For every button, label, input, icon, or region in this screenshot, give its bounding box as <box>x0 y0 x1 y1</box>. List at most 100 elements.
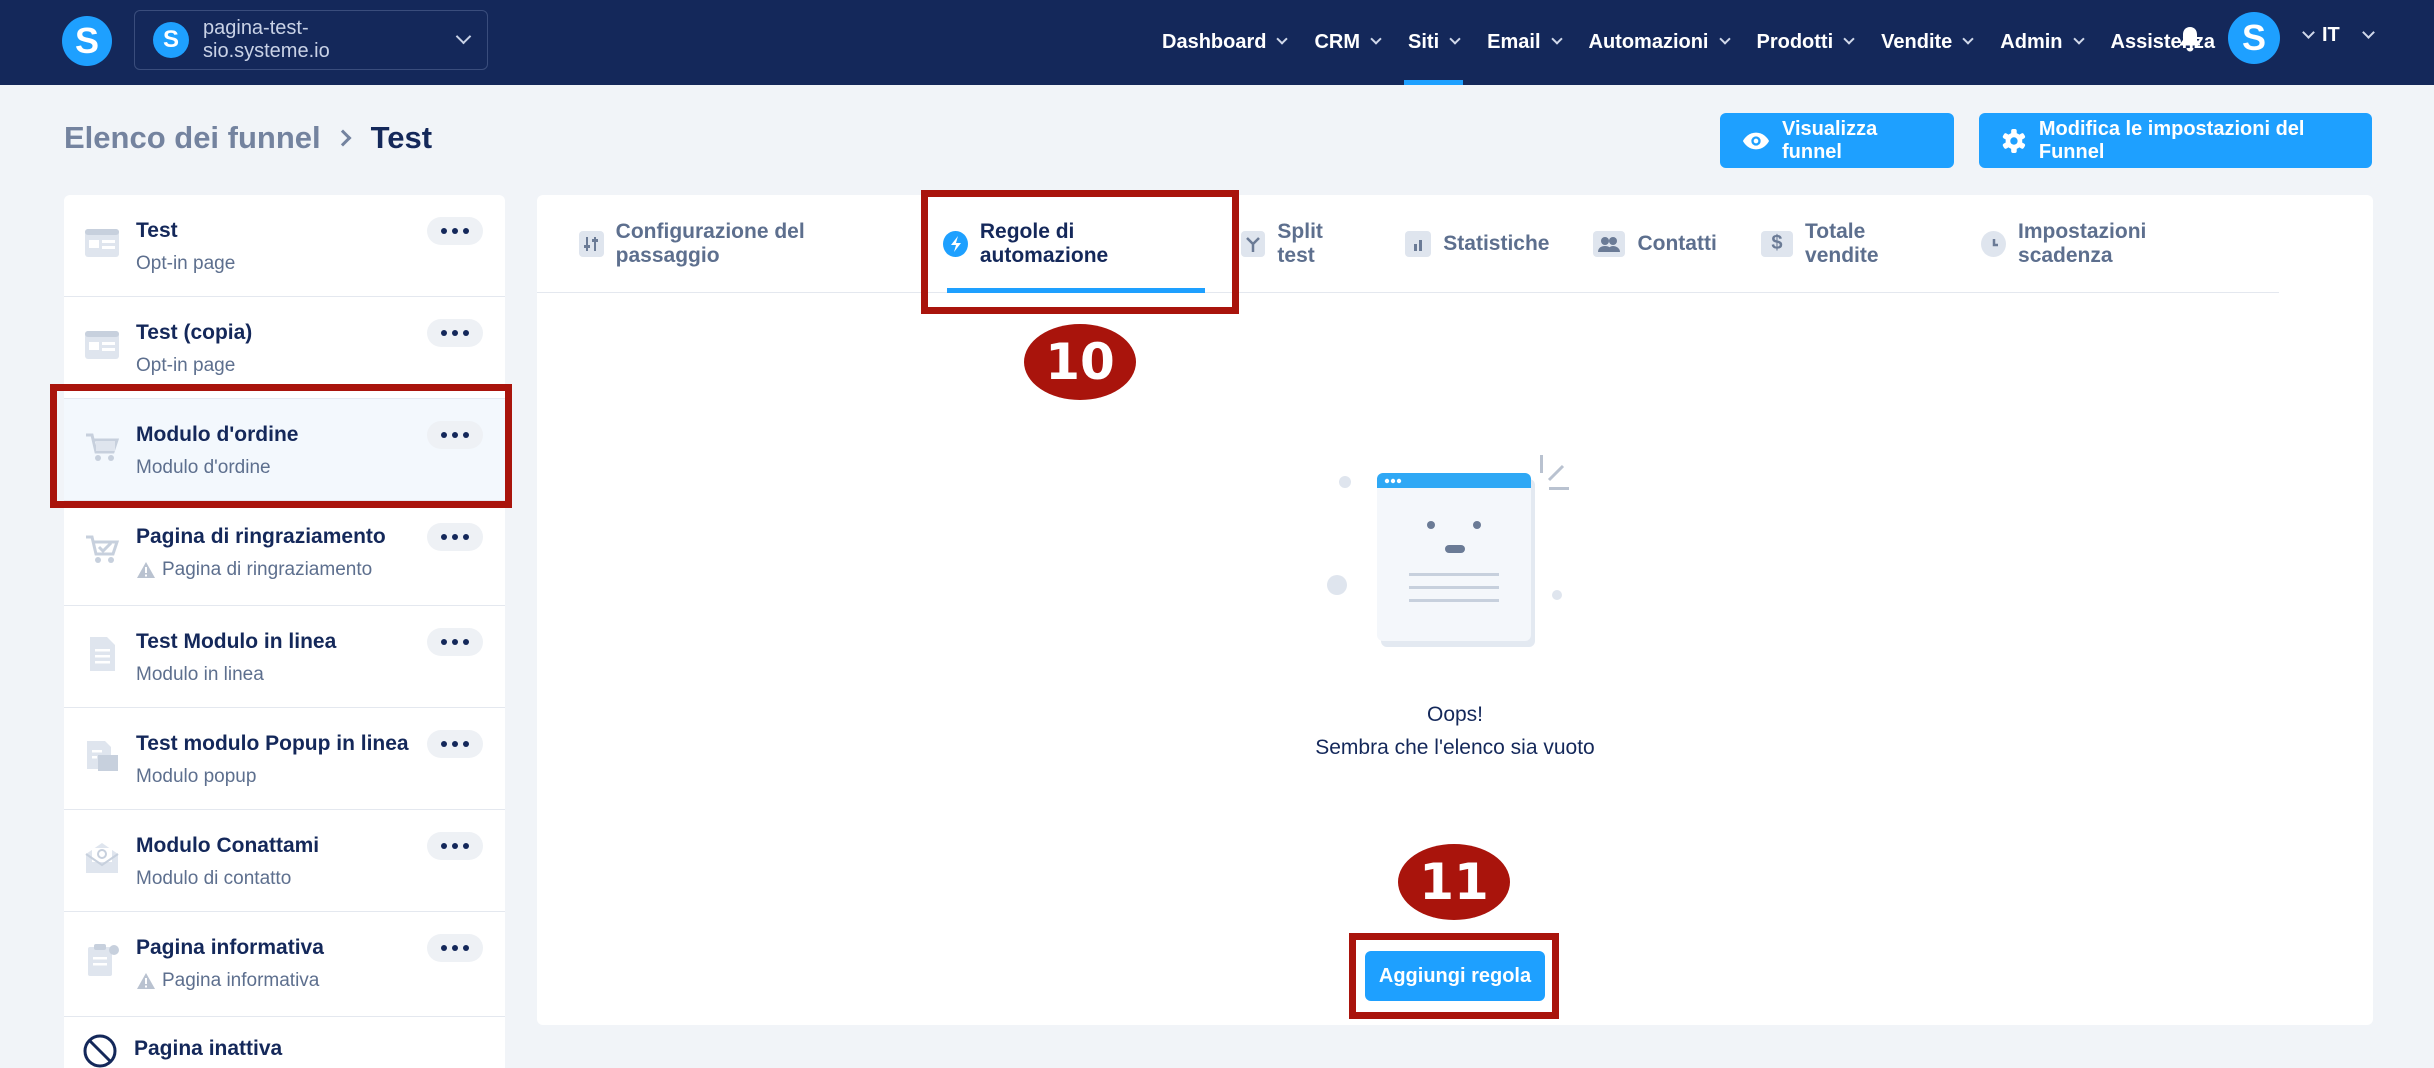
document-icon <box>90 637 115 671</box>
dot-icon <box>463 228 469 234</box>
funnel-step[interactable]: Pagina di ringraziamento Pagina di ringr… <box>64 501 505 606</box>
bell-icon[interactable] <box>2178 25 2202 53</box>
dot-icon <box>452 741 458 747</box>
funnel-step-type: Modulo popup <box>136 766 257 787</box>
clock-icon <box>1981 230 2007 257</box>
tab-contatti[interactable]: Contatti <box>1593 195 1717 293</box>
dot-icon <box>441 945 447 951</box>
chevron-down-icon <box>455 28 472 44</box>
more-options-button[interactable] <box>427 628 483 656</box>
cart-check-icon <box>86 535 120 563</box>
nav-admin[interactable]: Admin <box>2000 0 2085 85</box>
nav-siti[interactable]: Siti <box>1404 0 1464 85</box>
user-avatar[interactable]: S <box>2228 12 2280 64</box>
edit-funnel-settings-label: Modifica le impostazioni del Funnel <box>2038 117 2305 163</box>
more-options-button[interactable] <box>427 217 483 245</box>
gear-icon <box>2002 128 2026 153</box>
page-title: Test <box>370 120 433 155</box>
chevron-down-icon[interactable] <box>2362 26 2375 39</box>
tab-impostazioni-scadenza[interactable]: Impostazioni scadenza <box>1981 195 2235 293</box>
funnel-step[interactable]: Test Opt-in page <box>64 195 505 297</box>
tab-statistiche[interactable]: Statistiche <box>1405 195 1549 293</box>
tab-totale-vendite[interactable]: $ Totale vendite <box>1760 195 1938 293</box>
dot-icon <box>452 639 458 645</box>
dot-icon <box>441 330 447 336</box>
funnel-step[interactable]: Pagina inattiva <box>64 1017 505 1068</box>
highlight-box-order-step <box>50 384 512 508</box>
language-selector[interactable]: IT <box>2322 24 2340 47</box>
warning-icon <box>137 562 155 578</box>
chevron-right-icon <box>334 129 352 147</box>
contact-mail-icon <box>85 843 119 873</box>
dollar-icon: $ <box>1760 230 1794 257</box>
view-funnel-button[interactable]: Visualizza funnel <box>1720 113 1954 168</box>
more-options-button[interactable] <box>427 523 483 551</box>
top-navbar: S S pagina-test-sio.systeme.io Dashboard… <box>0 0 2434 85</box>
tab-split-test[interactable]: Split test <box>1240 195 1361 293</box>
dot-icon <box>441 741 447 747</box>
funnel-step-type: Opt-in page <box>136 355 236 376</box>
funnel-step[interactable]: Modulo Conattami Modulo di contatto <box>64 810 505 912</box>
dot-icon <box>463 330 469 336</box>
highlight-box-add-rule <box>1349 933 1559 1019</box>
chevron-down-icon <box>2072 32 2085 45</box>
funnel-steps-list: Test Opt-in page Test (copia) Opt-in pag… <box>64 195 505 1068</box>
more-options-button[interactable] <box>427 832 483 860</box>
site-switcher[interactable]: S pagina-test-sio.systeme.io <box>134 10 488 70</box>
view-funnel-label: Visualizza funnel <box>1781 117 1878 163</box>
dot-icon <box>441 639 447 645</box>
site-switcher-label: pagina-test-sio.systeme.io <box>203 17 330 62</box>
info-page-icon <box>88 944 119 976</box>
chevron-down-icon <box>1550 32 1563 45</box>
funnel-step[interactable]: Test modulo Popup in linea Modulo popup <box>64 708 505 810</box>
nav-automazioni[interactable]: Automazioni <box>1589 0 1731 85</box>
nav-vendite[interactable]: Vendite <box>1881 0 1974 85</box>
nav-crm[interactable]: CRM <box>1314 0 1382 85</box>
highlight-box-automation-tab <box>921 190 1239 314</box>
dot-icon <box>463 534 469 540</box>
empty-state-message: Sembra che l'elenco sia vuoto <box>1315 736 1595 759</box>
funnel-step-type: Pagina informativa <box>136 970 505 992</box>
dot-icon <box>452 534 458 540</box>
chevron-down-icon[interactable] <box>2302 26 2315 39</box>
nav-email[interactable]: Email <box>1487 0 1563 85</box>
empty-list-illustration <box>1327 455 1569 647</box>
dot-icon <box>452 228 458 234</box>
tab-configurazione[interactable]: Configurazione del passaggio <box>579 195 899 293</box>
funnel-step[interactable]: Pagina informativa Pagina informativa <box>64 912 505 1017</box>
dot-icon <box>452 945 458 951</box>
systeme-logo[interactable]: S <box>62 16 112 66</box>
chevron-down-icon <box>1718 32 1731 45</box>
dot-icon <box>441 534 447 540</box>
funnel-step-type: Pagina di ringraziamento <box>136 559 505 581</box>
bar-chart-icon <box>1405 230 1432 257</box>
empty-state-title: Oops! <box>1426 703 1484 726</box>
funnel-step-type: Modulo di contatto <box>136 868 292 889</box>
dot-icon <box>441 228 447 234</box>
site-logo-icon: S <box>153 22 189 58</box>
optin-page-icon <box>85 331 119 359</box>
chevron-down-icon <box>1276 32 1289 45</box>
nav-prodotti[interactable]: Prodotti <box>1757 0 1855 85</box>
more-options-button[interactable] <box>427 319 483 347</box>
funnel-step-title: Pagina inattiva <box>134 1037 283 1060</box>
sliders-icon <box>579 230 604 257</box>
edit-funnel-settings-button[interactable]: Modifica le impostazioni del Funnel <box>1979 113 2372 168</box>
breadcrumb-funnel-list[interactable]: Elenco dei funnel <box>64 120 321 156</box>
more-options-button[interactable] <box>427 934 483 962</box>
more-options-button[interactable] <box>427 730 483 758</box>
funnel-step[interactable]: Test Modulo in linea Modulo in linea <box>64 606 505 708</box>
chevron-down-icon <box>1449 32 1461 45</box>
dot-icon <box>463 639 469 645</box>
dot-icon <box>452 330 458 336</box>
main-nav: Dashboard CRM Siti Email Automazioni Pro… <box>1162 0 2243 85</box>
chevron-down-icon <box>1370 32 1382 45</box>
nav-dashboard[interactable]: Dashboard <box>1162 0 1289 85</box>
warning-icon <box>137 973 155 989</box>
step-badge-11: 11 <box>1398 844 1510 920</box>
optin-page-icon <box>85 229 119 257</box>
step-tabs: Configurazione del passaggio Regole di a… <box>537 195 2279 293</box>
inactive-icon <box>83 1034 117 1068</box>
chevron-down-icon <box>1843 32 1855 45</box>
popup-icon <box>87 741 118 771</box>
